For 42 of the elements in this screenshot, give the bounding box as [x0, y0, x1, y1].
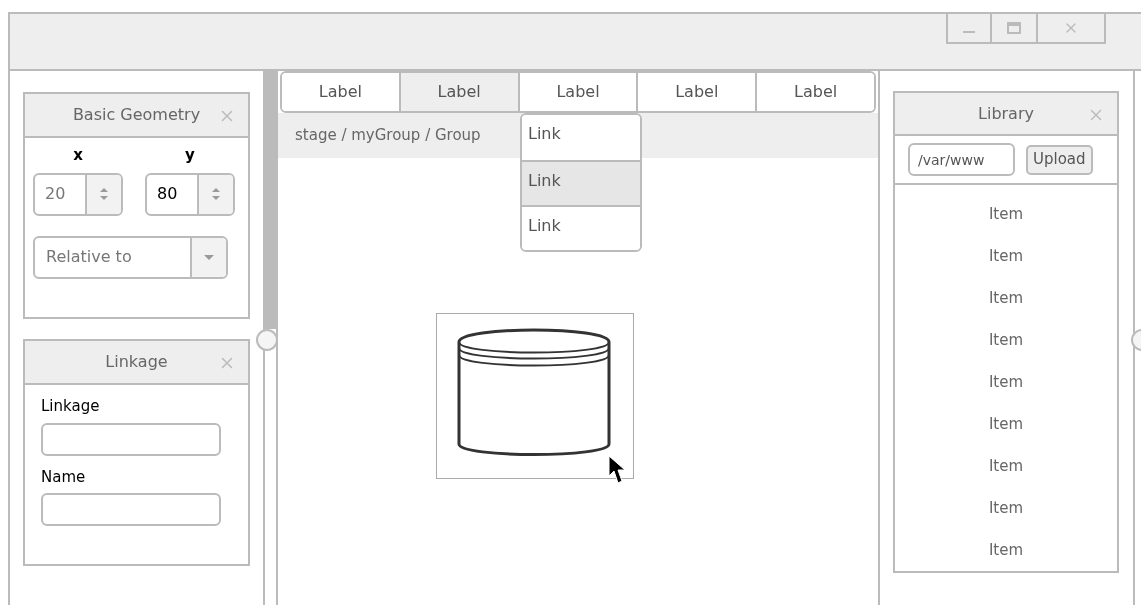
number-input[interactable]: 80: [147, 174, 197, 214]
stepper-button[interactable]: [197, 174, 233, 214]
list-item[interactable]: Item: [895, 361, 1117, 403]
splitter-bar[interactable]: [265, 71, 276, 329]
number-spinner[interactable]: 80: [145, 172, 235, 216]
upload-button[interactable]: Upload: [1026, 144, 1093, 175]
list-item[interactable]: Item: [895, 529, 1117, 571]
splitter-handle[interactable]: [256, 329, 278, 351]
panel-title: Linkage: [105, 351, 168, 373]
minimize-icon: [963, 31, 975, 33]
list-item[interactable]: Item: [895, 403, 1117, 445]
menu-item[interactable]: Link: [522, 205, 640, 250]
list-item[interactable]: Item: [895, 319, 1117, 361]
up-down-icon: [99, 187, 109, 201]
tab[interactable]: Label: [398, 73, 518, 111]
up-down-icon: [211, 187, 221, 201]
field-label: x: [73, 145, 83, 166]
caret-down-icon: [204, 254, 214, 260]
number-spinner[interactable]: 20: [33, 172, 123, 216]
text-field[interactable]: [41, 493, 221, 526]
path-field[interactable]: /var/www: [908, 143, 1015, 177]
maximize-icon: [1007, 22, 1021, 34]
field-label: y: [185, 145, 195, 166]
tab[interactable]: Label: [755, 73, 874, 111]
relative-to-dropdown[interactable]: Relative to: [33, 235, 228, 279]
list-item[interactable]: Item: [895, 487, 1117, 529]
list-item[interactable]: Item: [895, 235, 1117, 277]
breadcrumb: stage / myGroup / Group: [295, 125, 481, 147]
cursor-icon: [608, 455, 626, 485]
number-input[interactable]: 20: [35, 174, 85, 214]
stepper-button[interactable]: [85, 174, 121, 214]
list-item[interactable]: Item: [895, 277, 1117, 319]
list-item[interactable]: Item: [895, 445, 1117, 487]
field-label: Name: [41, 466, 87, 488]
text-field[interactable]: [41, 422, 221, 456]
dropdown-placeholder: Relative to: [45, 246, 133, 268]
panel-title: Basic Geometry: [72, 104, 201, 126]
cylinder-icon: [457, 328, 611, 456]
panel-title: Library: [978, 102, 1034, 125]
field-label: Linkage: [41, 396, 101, 417]
menu-item[interactable]: Link: [522, 160, 640, 205]
list-item[interactable]: Item: [895, 193, 1117, 235]
